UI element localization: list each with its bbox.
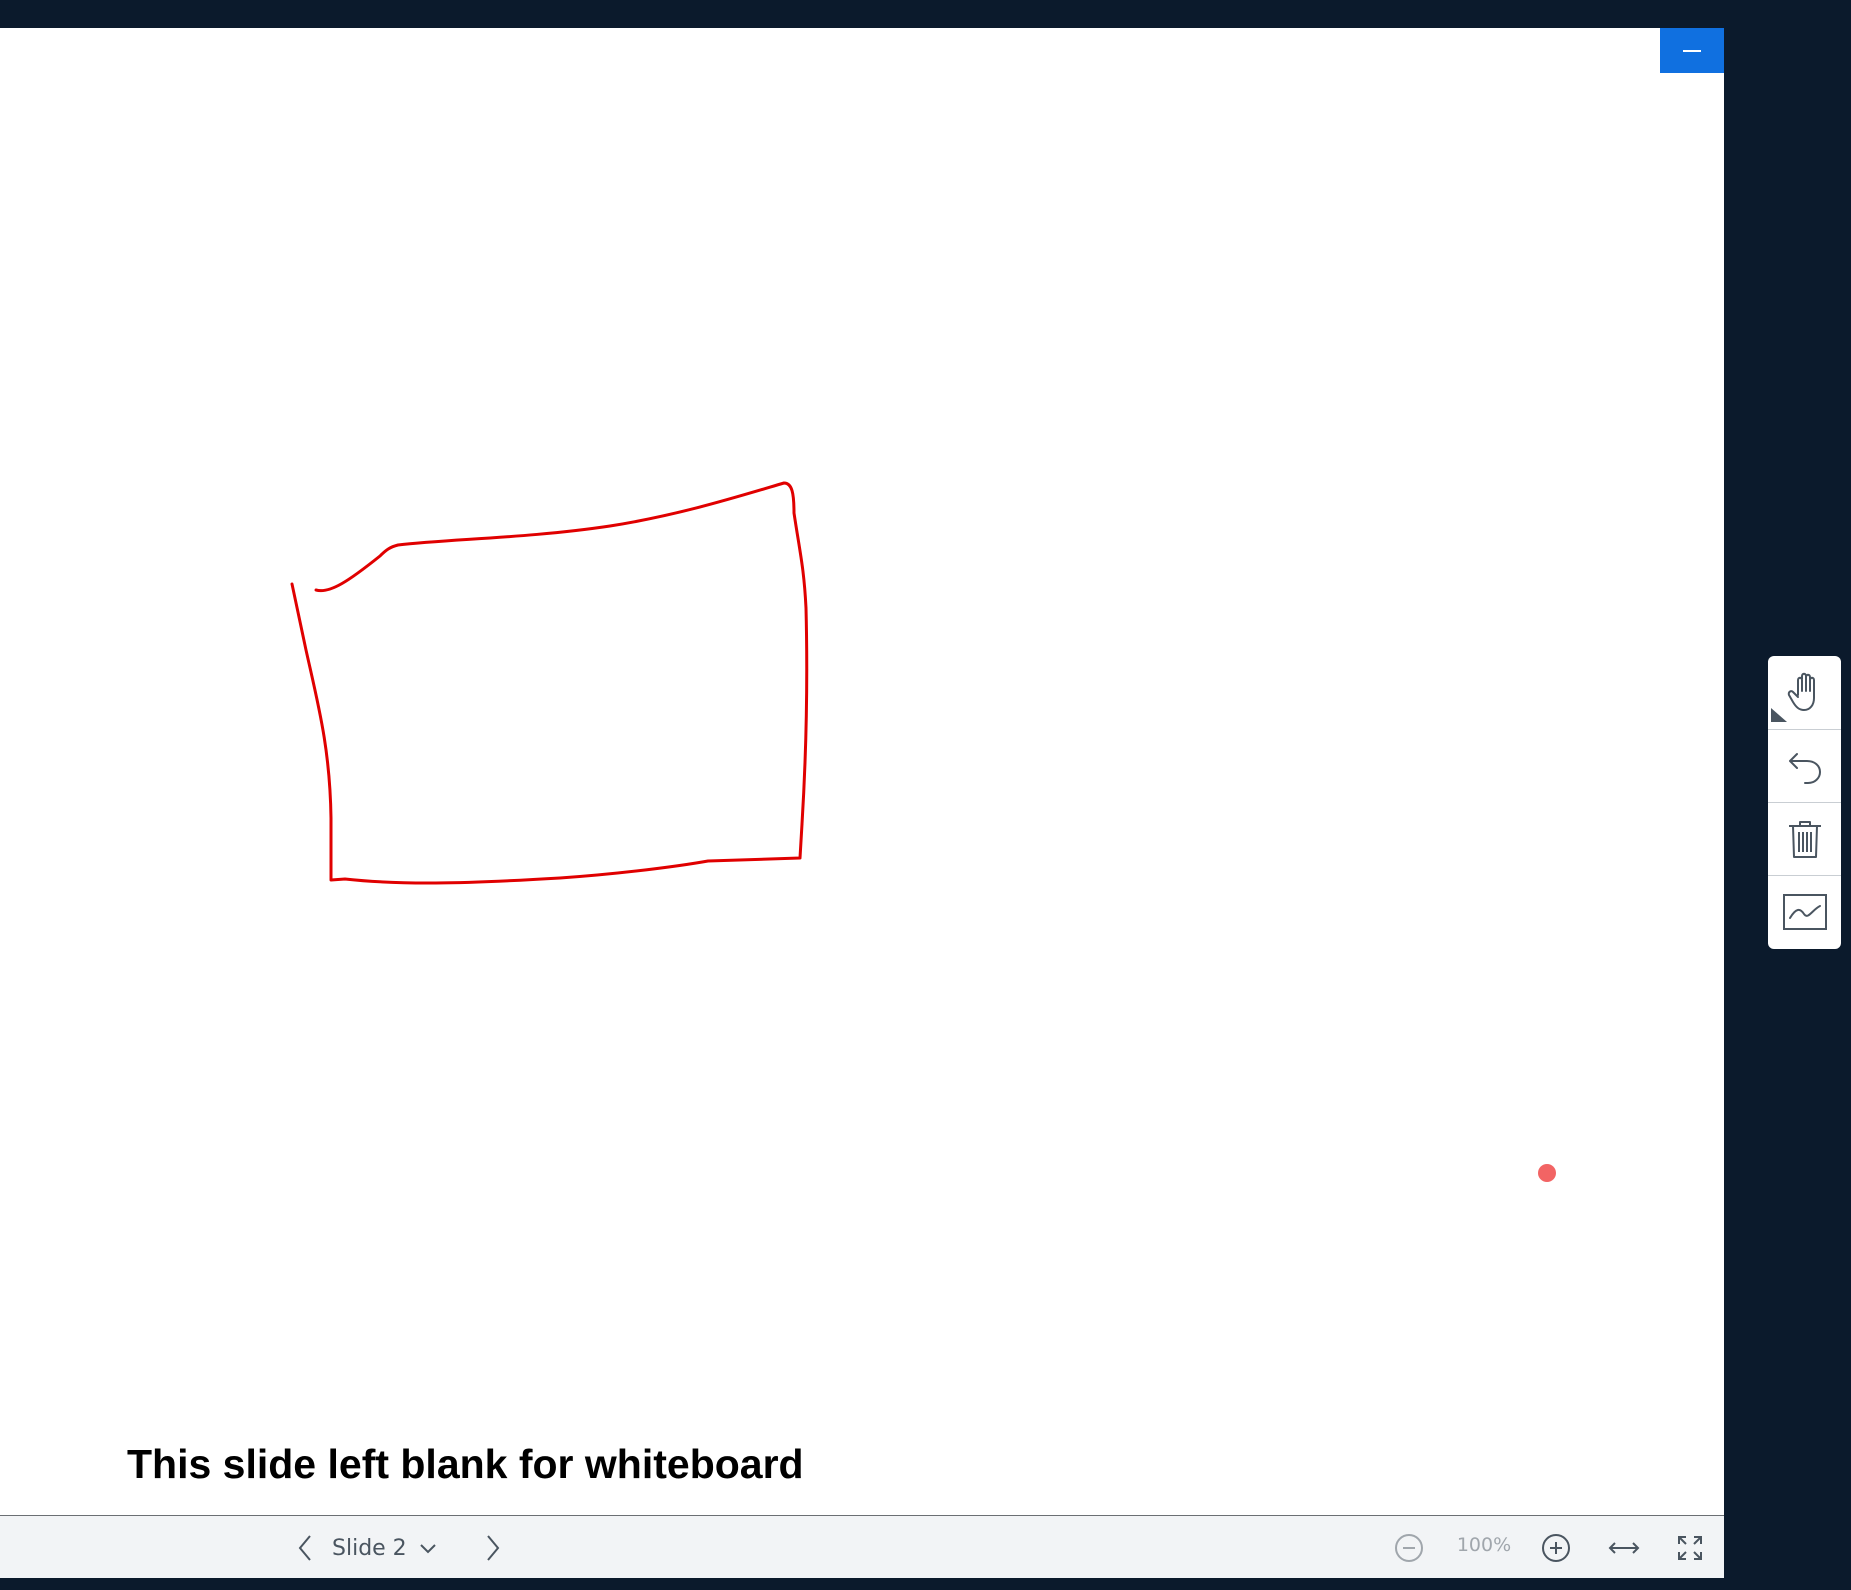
presentation-toolbar: Slide 2 100% xyxy=(0,1515,1724,1578)
chevron-right-icon xyxy=(487,1535,500,1561)
minus-circle-icon xyxy=(1395,1534,1423,1562)
undo-icon xyxy=(1788,753,1821,784)
slide-select-dropdown[interactable]: Slide 2 xyxy=(332,1530,437,1566)
next-slide-button[interactable] xyxy=(478,1530,508,1566)
fit-to-width-button[interactable] xyxy=(1604,1530,1644,1566)
whiteboard-toolbar xyxy=(1768,656,1841,949)
expand-icon xyxy=(1678,1536,1702,1560)
zoom-out-button[interactable] xyxy=(1391,1530,1427,1566)
freehand-shape xyxy=(290,481,809,885)
clear-all-button[interactable] xyxy=(1768,803,1841,875)
hand-tool-button[interactable] xyxy=(1768,656,1841,728)
trash-icon xyxy=(1788,821,1821,858)
tool-submenu-indicator xyxy=(1771,708,1787,722)
whiteboard-annotation xyxy=(290,481,809,885)
previous-slide-button[interactable] xyxy=(290,1530,320,1566)
chevron-down-icon xyxy=(419,1544,436,1554)
fullscreen-button[interactable] xyxy=(1672,1530,1708,1566)
zoom-in-button[interactable] xyxy=(1538,1530,1574,1566)
minimize-presentation-button[interactable] xyxy=(1660,28,1724,73)
multi-user-whiteboard-button[interactable] xyxy=(1768,876,1841,948)
plus-circle-icon xyxy=(1542,1534,1570,1562)
minus-icon xyxy=(1683,49,1701,52)
whiteboard-icon xyxy=(1782,894,1827,930)
arrows-horizontal-icon xyxy=(1608,1542,1640,1554)
hand-icon xyxy=(1787,672,1815,711)
pointer-dot xyxy=(1538,1164,1556,1182)
slide-label: Slide 2 xyxy=(332,1535,407,1561)
undo-button[interactable] xyxy=(1768,730,1841,802)
presentation-slide[interactable]: This slide left blank for whiteboard xyxy=(0,28,1724,1515)
slide-caption: This slide left blank for whiteboard xyxy=(127,1441,804,1487)
chevron-left-icon xyxy=(298,1535,311,1561)
zoom-level: 100% xyxy=(1456,1534,1512,1556)
